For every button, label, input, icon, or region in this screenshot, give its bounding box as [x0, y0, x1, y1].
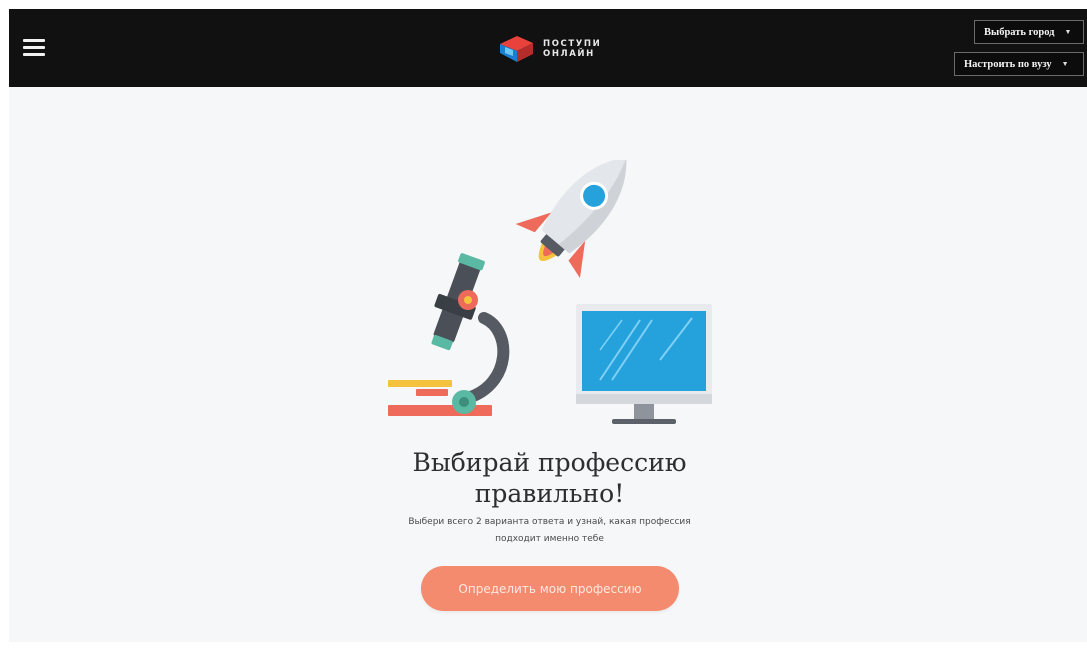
menu-icon[interactable]: [23, 39, 45, 57]
configure-by-university-button[interactable]: Настроить по вузу ▼: [954, 52, 1084, 76]
choose-city-label: Выбрать город: [984, 26, 1055, 38]
rocket-illustration: [515, 160, 627, 279]
chevron-down-icon: ▼: [1064, 28, 1072, 36]
title-line-2: правильно!: [474, 479, 625, 508]
subtitle-line-1: Выбери всего 2 варианта ответа и узнай, …: [408, 517, 691, 527]
determine-profession-button[interactable]: Определить мою профессию: [421, 566, 679, 611]
hero-illustration: [388, 160, 712, 424]
logo-text: поступи онлайн: [543, 39, 602, 59]
top-header: поступи онлайн Выбрать город ▼ Настроить…: [9, 9, 1087, 87]
choose-city-button[interactable]: Выбрать город ▼: [974, 20, 1084, 44]
site-logo[interactable]: поступи онлайн: [497, 33, 601, 65]
monitor-illustration: [576, 304, 712, 424]
subtitle-line-2: подходит именно тебе: [495, 534, 604, 544]
logo-icon: [500, 36, 533, 62]
configure-by-university-label: Настроить по вузу: [964, 58, 1052, 70]
page: поступи онлайн Выбрать город ▼ Настроить…: [0, 0, 1087, 652]
microscope-illustration: [388, 253, 510, 416]
title-line-1: Выбирай профессию: [412, 448, 687, 477]
chevron-down-icon: ▼: [1061, 60, 1069, 68]
page-subtitle: Выбери всего 2 варианта ответа и узнай, …: [0, 514, 1087, 548]
left-margin: [0, 0, 9, 652]
page-title: Выбирай профессию правильно!: [0, 447, 1087, 509]
